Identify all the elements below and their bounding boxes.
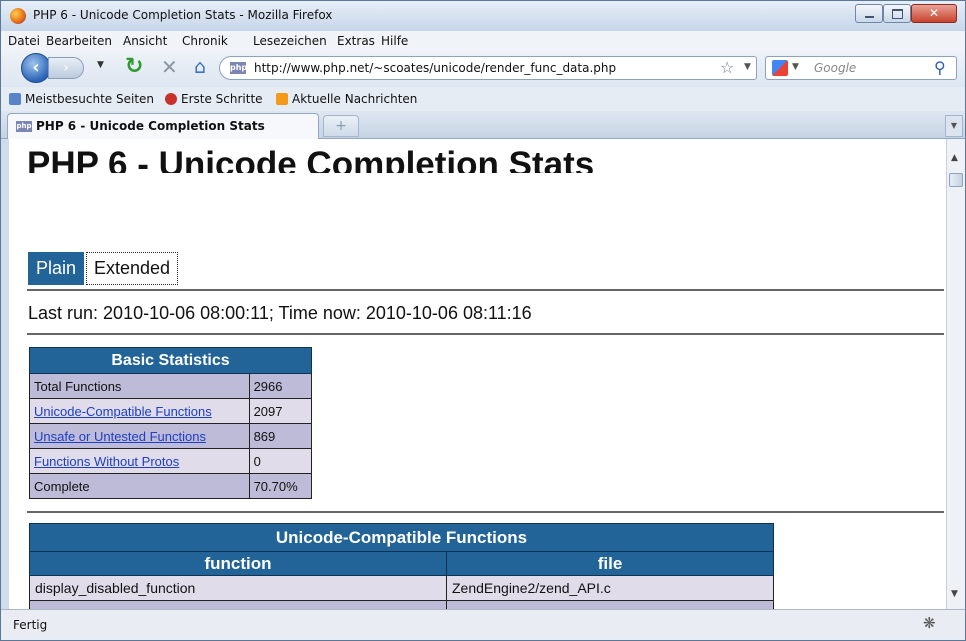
title-bar: PHP 6 - Unicode Completion Stats - Mozil… — [1, 1, 965, 31]
stat-value: 0 — [248, 448, 313, 474]
navigation-toolbar: ‹ › ▼ ↻ ✕ ⌂ php http://www.php.net/~scoa… — [1, 51, 965, 87]
scrollbar-thumb[interactable] — [949, 173, 963, 187]
page-top: PHP 6 - Unicode Completion Stats — [9, 139, 946, 184]
stat-value: 70.70% — [248, 473, 313, 499]
unicode-functions-table: Unicode-Compatible Functions function fi… — [29, 523, 774, 609]
scrollbar-top[interactable]: ▲ — [946, 139, 965, 173]
back-button[interactable]: ‹ — [21, 53, 51, 83]
unicode-compatible-link[interactable]: Unicode-Compatible Functions — [34, 404, 212, 419]
stat-label: Complete — [29, 473, 250, 499]
google-icon[interactable] — [772, 60, 788, 76]
unsafe-untested-link[interactable]: Unsafe or Untested Functions — [34, 429, 206, 444]
firefox-icon — [10, 8, 26, 24]
search-icon[interactable]: ⚲ — [934, 58, 946, 77]
file-cell: ZendEngine2/zend_API.c — [446, 575, 774, 601]
menu-bearbeiten[interactable]: Bearbeiten — [46, 34, 112, 48]
menu-bar: Datei Bearbeiten Ansicht Chronik Lesezei… — [1, 31, 965, 51]
table-row: Unsafe or Untested Functions 869 — [29, 423, 313, 449]
status-bar: Fertig ❋ — [1, 609, 965, 640]
last-run-text: Last run: 2010-10-06 08:00:11; Time now:… — [28, 303, 532, 323]
search-input[interactable]: Google — [814, 61, 856, 75]
menu-extras[interactable]: Extras — [337, 34, 375, 48]
tab-php6-stats[interactable]: php PHP 6 - Unicode Completion Stats — [7, 113, 319, 139]
function-cell: display_disabled_function — [29, 575, 447, 601]
rss-icon — [276, 93, 288, 105]
stat-value: 869 — [248, 423, 313, 449]
tab-label: PHP 6 - Unicode Completion Stats — [36, 119, 265, 133]
history-dropdown-icon[interactable]: ▼ — [97, 60, 104, 70]
tab-list-dropdown-icon[interactable]: ▼ — [945, 115, 963, 137]
scroll-up-icon[interactable]: ▲ — [951, 153, 958, 163]
home-icon[interactable]: ⌂ — [194, 56, 206, 78]
bookmarks-toolbar: Meistbesuchte Seiten Erste Schritte Aktu… — [1, 87, 965, 111]
url-dropdown-icon[interactable]: ▼ — [744, 62, 751, 72]
divider — [27, 289, 944, 291]
function-cell — [29, 600, 447, 609]
tab-plain[interactable]: Plain — [28, 252, 84, 285]
stat-value: 2097 — [248, 398, 313, 424]
file-cell — [446, 600, 774, 609]
url-text[interactable]: http://www.php.net/~scoates/unicode/rend… — [254, 61, 616, 75]
menu-hilfe[interactable]: Hilfe — [381, 34, 408, 48]
frame-border — [1, 139, 9, 609]
table-row: Functions Without Protos 0 — [29, 448, 313, 474]
stat-label: Total Functions — [29, 373, 250, 399]
menu-lesezeichen[interactable]: Lesezeichen — [253, 34, 327, 48]
php-favicon-icon: php — [16, 121, 32, 132]
forward-button[interactable]: › — [48, 57, 84, 79]
bookmark-aktuelle-nachrichten[interactable]: Aktuelle Nachrichten — [276, 92, 417, 106]
window-title: PHP 6 - Unicode Completion Stats - Mozil… — [33, 8, 333, 22]
bug-icon[interactable]: ❋ — [923, 614, 936, 632]
table-row — [29, 600, 774, 609]
table-row: Unicode-Compatible Functions 2097 — [29, 398, 313, 424]
menu-chronik[interactable]: Chronik — [182, 34, 228, 48]
vertical-scrollbar[interactable]: ▼ — [946, 173, 965, 609]
page-viewport: Plain Extended Last run: 2010-10-06 08:0… — [9, 173, 946, 609]
search-engine-dropdown-icon[interactable]: ▼ — [792, 62, 799, 72]
search-box[interactable]: ▼ Google ⚲ — [765, 56, 957, 80]
reload-icon[interactable]: ↻ — [125, 54, 143, 79]
without-protos-link[interactable]: Functions Without Protos — [34, 454, 179, 469]
maximize-button[interactable] — [883, 4, 911, 23]
site-favicon: php — [230, 62, 248, 74]
basic-statistics-header: Basic Statistics — [29, 347, 312, 374]
menu-ansicht[interactable]: Ansicht — [123, 34, 167, 48]
url-bar[interactable]: php http://www.php.net/~scoates/unicode/… — [219, 56, 757, 80]
divider — [27, 511, 944, 513]
divider — [27, 333, 944, 335]
bookmark-star-icon[interactable]: ☆ — [720, 58, 734, 77]
tab-extended[interactable]: Extended — [86, 252, 178, 285]
table-row: display_disabled_function ZendEngine2/ze… — [29, 575, 774, 601]
basic-statistics-table: Basic Statistics Total Functions 2966 Un… — [29, 347, 313, 499]
column-header-file: file — [446, 551, 774, 576]
status-text: Fertig — [13, 618, 48, 632]
scroll-down-icon[interactable]: ▼ — [951, 589, 958, 599]
menu-datei[interactable]: Datei — [8, 34, 40, 48]
browser-window: PHP 6 - Unicode Completion Stats - Mozil… — [0, 0, 966, 641]
stop-icon[interactable]: ✕ — [161, 55, 178, 79]
tab-bar: php PHP 6 - Unicode Completion Stats + ▼ — [1, 111, 965, 139]
firefox-bookmark-icon — [165, 93, 177, 105]
bookmark-erste-schritte[interactable]: Erste Schritte — [165, 92, 263, 106]
bookmark-meistbesuchte[interactable]: Meistbesuchte Seiten — [9, 92, 154, 106]
unicode-functions-header: Unicode-Compatible Functions — [29, 523, 774, 552]
stat-value: 2966 — [248, 373, 313, 399]
column-header-function: function — [29, 551, 447, 576]
close-button[interactable] — [911, 4, 957, 23]
bookmark-folder-icon — [9, 93, 21, 105]
table-row: Total Functions 2966 — [29, 373, 313, 399]
table-row: Complete 70.70% — [29, 473, 313, 499]
new-tab-button[interactable]: + — [323, 115, 359, 137]
minimize-button[interactable] — [855, 4, 883, 23]
